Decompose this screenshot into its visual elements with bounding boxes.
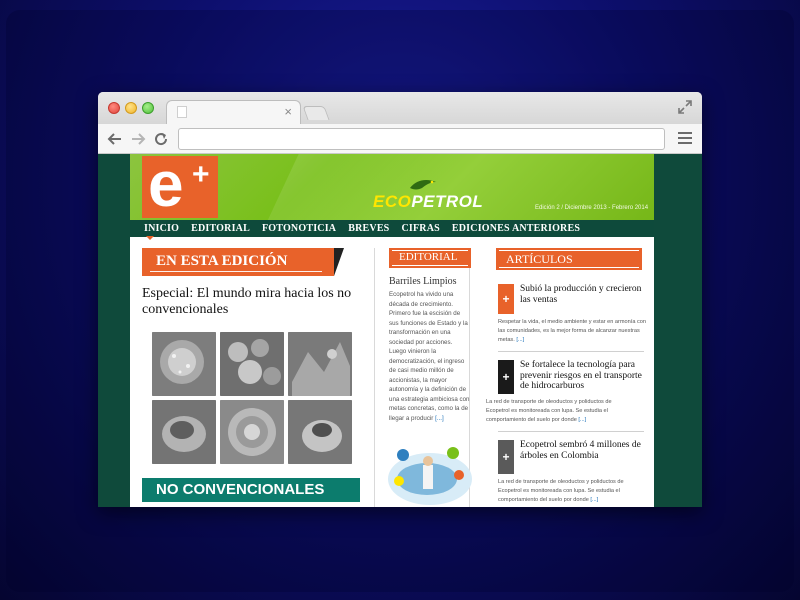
article-title[interactable]: Se fortalece la tecnología para prevenir…: [520, 360, 646, 394]
article-divider: [498, 351, 644, 352]
logo-e-letter: e: [148, 156, 184, 218]
article-item[interactable]: + Subió la producción y crecieron las ve…: [498, 284, 646, 314]
minimize-window-button[interactable]: [125, 102, 137, 114]
site-header: e + ECOPETROL Edición 2 / Diciembre 2013…: [130, 154, 654, 220]
close-window-button[interactable]: [108, 102, 120, 114]
left-column: EN ESTA EDICIÓN Especial: El mundo mira …: [142, 248, 362, 502]
article-read-more-link[interactable]: [...]: [516, 337, 524, 343]
nav-breves[interactable]: BREVES: [342, 220, 395, 237]
ecopetrol-brand: ECOPETROL: [373, 192, 483, 212]
micrograph-image: [288, 332, 352, 396]
plus-icon[interactable]: +: [498, 284, 514, 314]
feature-title-link[interactable]: Especial: El mundo mira hacia los no con…: [142, 286, 357, 318]
logo-plus-sign: +: [192, 158, 210, 191]
browser-toolbar: [98, 124, 702, 154]
no-convencionales-banner[interactable]: NO CONVENCIONALES: [142, 478, 360, 502]
plus-icon[interactable]: +: [498, 360, 514, 394]
editorial-title-link[interactable]: Barriles Limpios: [389, 276, 469, 287]
article-item[interactable]: + Se fortalece la tecnología para preven…: [498, 360, 646, 394]
article-excerpt: La red de transporte de oleoductos y pol…: [498, 478, 646, 505]
article-divider: [498, 431, 644, 432]
articles-column: ARTÍCULOS + Subió la producción y crecie…: [486, 248, 646, 507]
micrograph-image: [288, 400, 352, 464]
article-title[interactable]: Subió la producción y crecieron las vent…: [520, 284, 646, 314]
nav-fotonoticia[interactable]: FOTONOTICIA: [256, 220, 342, 237]
banner-text: EN ESTA EDICIÓN: [156, 253, 288, 269]
new-tab-button[interactable]: [302, 106, 330, 120]
brand-eco: ECO: [373, 192, 412, 211]
nav-inicio[interactable]: INICIO: [138, 220, 185, 240]
micrograph-image: [152, 332, 216, 396]
zoom-window-button[interactable]: [142, 102, 154, 114]
articles-section-label: ARTÍCULOS: [496, 248, 642, 270]
editorial-body-text: Ecopetrol ha vivido una década de crecim…: [389, 291, 470, 422]
editorial-column: EDITORIAL Barriles Limpios Ecopetrol ha …: [374, 248, 472, 507]
hamburger-menu-icon[interactable]: [678, 132, 692, 144]
banner-underline: [150, 271, 322, 272]
article-item[interactable]: + Ecopetrol sembró 4 millones de árboles…: [498, 440, 646, 474]
iguana-logo-icon: [410, 180, 436, 190]
main-nav: INICIO EDITORIAL FOTONOTICIA BREVES CIFR…: [130, 220, 654, 240]
micrograph-image-grid[interactable]: [152, 332, 352, 468]
article-excerpt-text: La red de transporte de oleoductos y pol…: [486, 399, 612, 423]
article-read-more-link[interactable]: [...]: [578, 417, 586, 423]
article-read-more-link[interactable]: [...]: [590, 497, 598, 503]
eplus-logo[interactable]: e +: [142, 156, 218, 218]
page-viewport: e + ECOPETROL Edición 2 / Diciembre 2013…: [98, 154, 702, 507]
nav-cifras[interactable]: CIFRAS: [395, 220, 445, 237]
article-excerpt-text: La red de transporte de oleoductos y pol…: [498, 479, 624, 503]
reload-icon[interactable]: [152, 130, 170, 148]
fullscreen-icon[interactable]: [678, 100, 692, 114]
micrograph-image: [220, 400, 284, 464]
article-title[interactable]: Ecopetrol sembró 4 millones de árboles e…: [520, 440, 646, 474]
nav-editorial[interactable]: EDITORIAL: [185, 220, 256, 237]
micrograph-image: [152, 400, 216, 464]
article-excerpt: La red de transporte de oleoductos y pol…: [486, 398, 634, 425]
nav-ediciones-anteriores[interactable]: EDICIONES ANTERIORES: [446, 220, 586, 237]
back-arrow-icon[interactable]: [106, 130, 124, 148]
micrograph-image: [220, 332, 284, 396]
browser-window: × e + ECOPETROL Edición 2 / Diciembre 20…: [98, 92, 702, 507]
browser-tab[interactable]: ×: [166, 100, 301, 124]
plus-icon[interactable]: +: [498, 440, 514, 474]
brand-petrol: PETROL: [411, 192, 484, 211]
en-esta-edicion-banner: EN ESTA EDICIÓN: [142, 248, 344, 276]
editorial-excerpt: Ecopetrol ha vivido una década de crecim…: [389, 290, 471, 423]
forward-arrow-icon[interactable]: [129, 130, 147, 148]
title-bar: ×: [98, 92, 702, 124]
editorial-read-more-link[interactable]: [...]: [435, 415, 444, 422]
tab-close-icon[interactable]: ×: [284, 104, 292, 119]
address-bar[interactable]: [178, 128, 665, 150]
article-excerpt: Respetar la vida, el medio ambiente y es…: [498, 318, 646, 345]
site-page: e + ECOPETROL Edición 2 / Diciembre 2013…: [130, 154, 654, 507]
edition-info: Edición 2 / Diciembre 2013 - Febrero 201…: [535, 205, 649, 211]
page-favicon-icon: [177, 106, 187, 118]
editorial-illustration: [388, 447, 472, 505]
editorial-section-label: EDITORIAL: [389, 248, 471, 268]
